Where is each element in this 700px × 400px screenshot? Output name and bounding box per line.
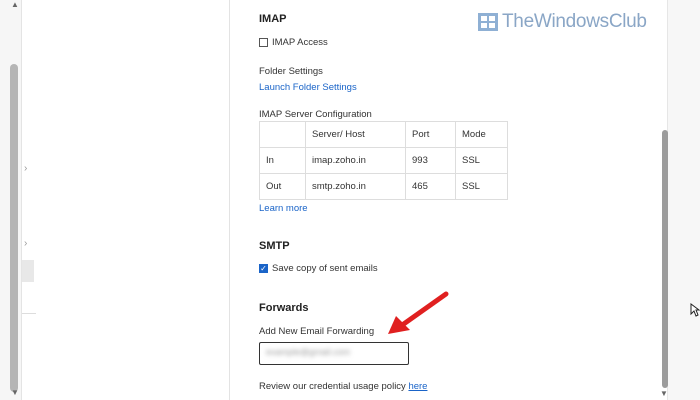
imap-access-checkbox-row[interactable]: IMAP Access	[259, 37, 328, 48]
table-cell: 465	[405, 173, 456, 200]
nav-selected-item[interactable]	[22, 260, 34, 282]
save-copy-checkbox-row[interactable]: ✓ Save copy of sent emails	[259, 263, 378, 274]
learn-more-link[interactable]: Learn more	[259, 203, 308, 214]
imap-access-label: IMAP Access	[272, 37, 328, 48]
windows-logo-icon	[478, 13, 498, 31]
table-cell: smtp.zoho.in	[305, 173, 406, 200]
add-forwarding-label: Add New Email Forwarding	[259, 326, 375, 337]
right-gutter	[667, 0, 700, 400]
imap-heading: IMAP	[259, 13, 287, 25]
scroll-down-arrow-icon[interactable]: ▼	[660, 389, 668, 398]
red-arrow-annotation-icon	[388, 291, 449, 334]
chevron-right-icon[interactable]: ›	[24, 163, 27, 174]
table-cell: In	[259, 147, 306, 174]
credential-policy-text: Review our credential usage policy here	[259, 381, 427, 392]
watermark: TheWindowsClub	[478, 11, 647, 33]
table-header: Port	[405, 121, 456, 148]
table-row: In imap.zoho.in 993 SSL	[259, 147, 508, 174]
mouse-cursor-icon	[690, 303, 700, 317]
left-scrollbar-thumb[interactable]	[10, 64, 18, 392]
policy-here-link[interactable]: here	[408, 381, 427, 392]
table-cell: Out	[259, 173, 306, 200]
save-copy-label: Save copy of sent emails	[272, 263, 378, 274]
table-header: Mode	[455, 121, 508, 148]
forwarding-email-input[interactable]: example@gmail.com	[259, 342, 409, 365]
scroll-down-arrow-icon[interactable]: ▼	[11, 388, 19, 397]
table-header	[259, 121, 306, 148]
folder-settings-label: Folder Settings	[259, 66, 323, 77]
imap-server-table: Server/ Host Port Mode In imap.zoho.in 9…	[259, 121, 508, 200]
nav-divider	[22, 313, 36, 314]
chevron-right-icon[interactable]: ›	[24, 238, 27, 249]
left-sidebar-strip: ▲ ▼	[0, 0, 22, 400]
table-header: Server/ Host	[305, 121, 406, 148]
table-cell: imap.zoho.in	[305, 147, 406, 174]
table-header-row: Server/ Host Port Mode	[259, 121, 508, 148]
imap-access-checkbox[interactable]	[259, 38, 268, 47]
watermark-text: TheWindowsClub	[502, 11, 647, 32]
policy-text: Review our credential usage policy	[259, 381, 409, 392]
forwarding-email-value: example@gmail.com	[266, 347, 351, 357]
save-copy-checkbox[interactable]: ✓	[259, 264, 268, 273]
table-cell: SSL	[455, 173, 508, 200]
settings-nav-panel: › ›	[22, 0, 230, 400]
launch-folder-settings-link[interactable]: Launch Folder Settings	[259, 82, 357, 93]
table-cell: SSL	[455, 147, 508, 174]
table-cell: 993	[405, 147, 456, 174]
imap-server-config-label: IMAP Server Configuration	[259, 109, 372, 120]
table-row: Out smtp.zoho.in 465 SSL	[259, 173, 508, 200]
scroll-up-arrow-icon[interactable]: ▲	[11, 0, 19, 9]
settings-content	[231, 0, 667, 400]
forwards-heading: Forwards	[259, 302, 309, 314]
smtp-heading: SMTP	[259, 240, 290, 252]
right-scrollbar-thumb[interactable]	[662, 130, 668, 388]
